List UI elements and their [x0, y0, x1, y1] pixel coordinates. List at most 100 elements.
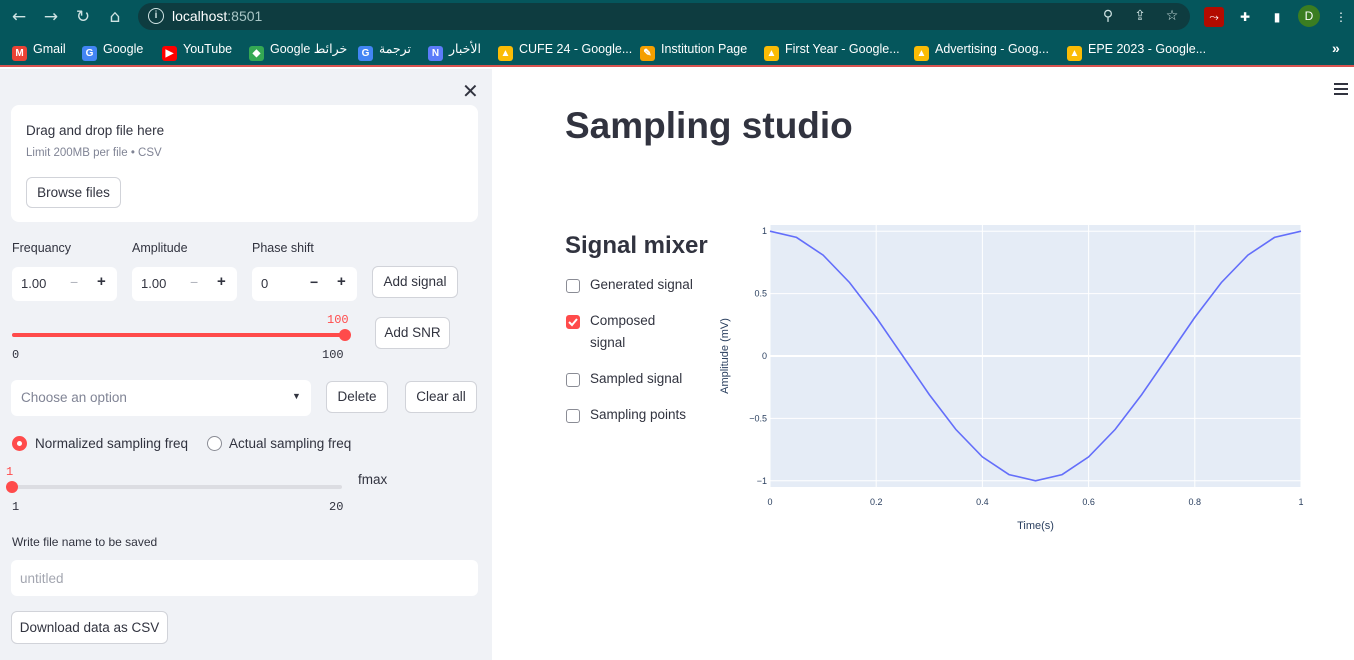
add-signal-button[interactable]: Add signal: [372, 266, 458, 298]
side-panel-icon[interactable]: ▮: [1267, 7, 1287, 27]
bookmark-8[interactable]: ▲ First Year - Google...: [764, 40, 900, 61]
extensions-puzzle-icon[interactable]: ✚: [1235, 7, 1255, 27]
bookmark-label: YouTube: [183, 42, 233, 56]
bookmark-6[interactable]: ▲ CUFE 24 - Google...: [498, 40, 632, 61]
fmax-label: fmax: [358, 472, 388, 487]
bookmark-2[interactable]: ▶ YouTube: [162, 40, 233, 61]
y-axis-label: Amplitude (mV): [719, 318, 731, 394]
y-tick-label: 0.5: [754, 289, 767, 299]
chevron-down-icon[interactable]: ▼: [292, 391, 301, 401]
snr-fill: [12, 333, 345, 337]
back-icon[interactable]: ←: [8, 6, 30, 28]
info-icon[interactable]: i: [148, 8, 164, 24]
phase-increment-button[interactable]: +: [337, 273, 346, 290]
filename-input[interactable]: untitled: [11, 560, 478, 596]
radio-normalized-label[interactable]: Normalized sampling freq: [35, 436, 188, 451]
bookmark-label: Google خرائط: [270, 42, 348, 56]
address-bar[interactable]: i localhost:8501 ⚲ ⇪ ☆: [138, 3, 1190, 30]
reload-icon[interactable]: ↻: [72, 6, 94, 28]
check-icon: [568, 318, 578, 327]
sampled-signal-checkbox[interactable]: [566, 373, 580, 387]
clear-all-button[interactable]: Clear all: [405, 381, 477, 413]
bookmark-9[interactable]: ▲ Advertising - Goog...: [914, 40, 1049, 61]
bookmark-label: Advertising - Goog...: [935, 42, 1049, 56]
home-icon[interactable]: ⌂: [104, 6, 126, 28]
radio-actual[interactable]: [207, 436, 222, 451]
y-tick-label: 1: [762, 226, 767, 236]
news-icon: N: [428, 46, 443, 61]
generated-signal-label[interactable]: Generated signal: [590, 274, 693, 296]
star-icon[interactable]: ☆: [1163, 7, 1181, 25]
radio-actual-label[interactable]: Actual sampling freq: [229, 436, 351, 451]
amplitude-decrement-button[interactable]: −: [190, 274, 198, 290]
zoom-icon[interactable]: ⚲: [1099, 7, 1117, 25]
sampling-points-label[interactable]: Sampling points: [590, 404, 686, 426]
fs-min-label: 1: [12, 500, 20, 514]
y-tick-label: −0.5: [749, 413, 767, 423]
bookmark-3[interactable]: ◆ Google خرائط: [249, 40, 348, 61]
google-icon: G: [82, 46, 97, 61]
bookmark-label: الأخبار: [449, 42, 481, 56]
fs-slider-thumb[interactable]: [6, 481, 18, 493]
bookmark-1[interactable]: G Google: [82, 40, 144, 61]
phase-shift-input[interactable]: 0 − +: [252, 267, 357, 301]
forward-icon[interactable]: →: [40, 6, 62, 28]
download-csv-button[interactable]: Download data as CSV: [11, 611, 168, 644]
generated-signal-checkbox[interactable]: [566, 279, 580, 293]
delete-button[interactable]: Delete: [326, 381, 388, 413]
url-text[interactable]: localhost:8501: [172, 8, 262, 24]
youtube-icon: ▶: [162, 46, 177, 61]
snr-slider-thumb[interactable]: [339, 329, 351, 341]
drive-icon: ▲: [1067, 46, 1082, 61]
select-placeholder: Choose an option: [21, 390, 127, 405]
bookmarks-bar: M Gmail G Google ▶ YouTube ◆ Google خرائط G ترجمة…: [0, 33, 1354, 67]
add-snr-button[interactable]: Add SNR: [375, 317, 450, 349]
bookmark-label: ترجمة: [379, 42, 412, 56]
frequency-input[interactable]: 1.00 − +: [12, 267, 117, 301]
hamburger-menu-icon[interactable]: [1334, 83, 1348, 98]
bookmark-7[interactable]: ✎ Institution Page: [640, 40, 747, 61]
menu-dots-icon[interactable]: ⋮: [1331, 7, 1351, 27]
drive-icon: ▲: [914, 46, 929, 61]
browse-files-button[interactable]: Browse files: [26, 177, 121, 208]
bookmark-label: EPE 2023 - Google...: [1088, 42, 1207, 56]
signal-chart[interactable]: 0 0.2 0.4 0.6 0.8 1 1 0.5 0 −0.5 −1 Time(s) Amplitud…: [710, 215, 1320, 545]
amplitude-increment-button[interactable]: +: [217, 273, 226, 290]
composed-signal-label[interactable]: Composed signal: [590, 310, 680, 354]
profile-avatar[interactable]: D: [1298, 5, 1320, 27]
phase-decrement-button[interactable]: −: [310, 274, 318, 290]
fs-track: [12, 485, 342, 489]
maps-icon: ◆: [249, 46, 264, 61]
bookmark-label: Google: [103, 42, 144, 56]
radio-normalized[interactable]: [12, 436, 27, 451]
browser-toolbar: ← → ↻ ⌂ i localhost:8501 ⚲ ⇪ ☆ ⤳ ✚ ▮ D ⋮: [0, 0, 1354, 33]
more-bookmarks-icon[interactable]: »: [1332, 40, 1340, 56]
snr-value: 100: [327, 313, 349, 327]
bookmark-5[interactable]: N الأخبار: [428, 40, 481, 61]
file-uploader[interactable]: Drag and drop file here Limit 200MB per …: [11, 105, 478, 222]
x-axis-label: Time(s): [1017, 520, 1054, 532]
bookmark-4[interactable]: G ترجمة: [358, 40, 412, 61]
signal-select[interactable]: Choose an option ▼: [11, 380, 311, 416]
amplitude-input[interactable]: 1.00 − +: [132, 267, 237, 301]
sampling-points-checkbox[interactable]: [566, 409, 580, 423]
close-sidebar-icon[interactable]: ✕: [462, 79, 479, 103]
drive-icon: ▲: [764, 46, 779, 61]
x-tick-label: 0.2: [870, 497, 883, 507]
pdf-extension-icon[interactable]: ⤳: [1204, 7, 1224, 27]
y-tick-label: −1: [757, 476, 767, 486]
composed-signal-checkbox[interactable]: [566, 315, 580, 329]
snr-min-label: 0: [12, 348, 20, 362]
sampled-signal-label[interactable]: Sampled signal: [590, 368, 682, 390]
frequency-decrement-button[interactable]: −: [70, 274, 78, 290]
mixer-title: Signal mixer: [565, 232, 708, 259]
share-icon[interactable]: ⇪: [1131, 7, 1149, 25]
frequency-label: Frequancy: [12, 241, 72, 255]
x-tick-label: 0.8: [1189, 497, 1202, 507]
page-title: Sampling studio: [565, 105, 853, 146]
fs-max-label: 20: [329, 500, 344, 514]
y-tick-label: 0: [762, 351, 767, 361]
bookmark-0[interactable]: M Gmail: [12, 40, 66, 61]
frequency-increment-button[interactable]: +: [97, 273, 106, 290]
bookmark-10[interactable]: ▲ EPE 2023 - Google...: [1067, 40, 1207, 61]
